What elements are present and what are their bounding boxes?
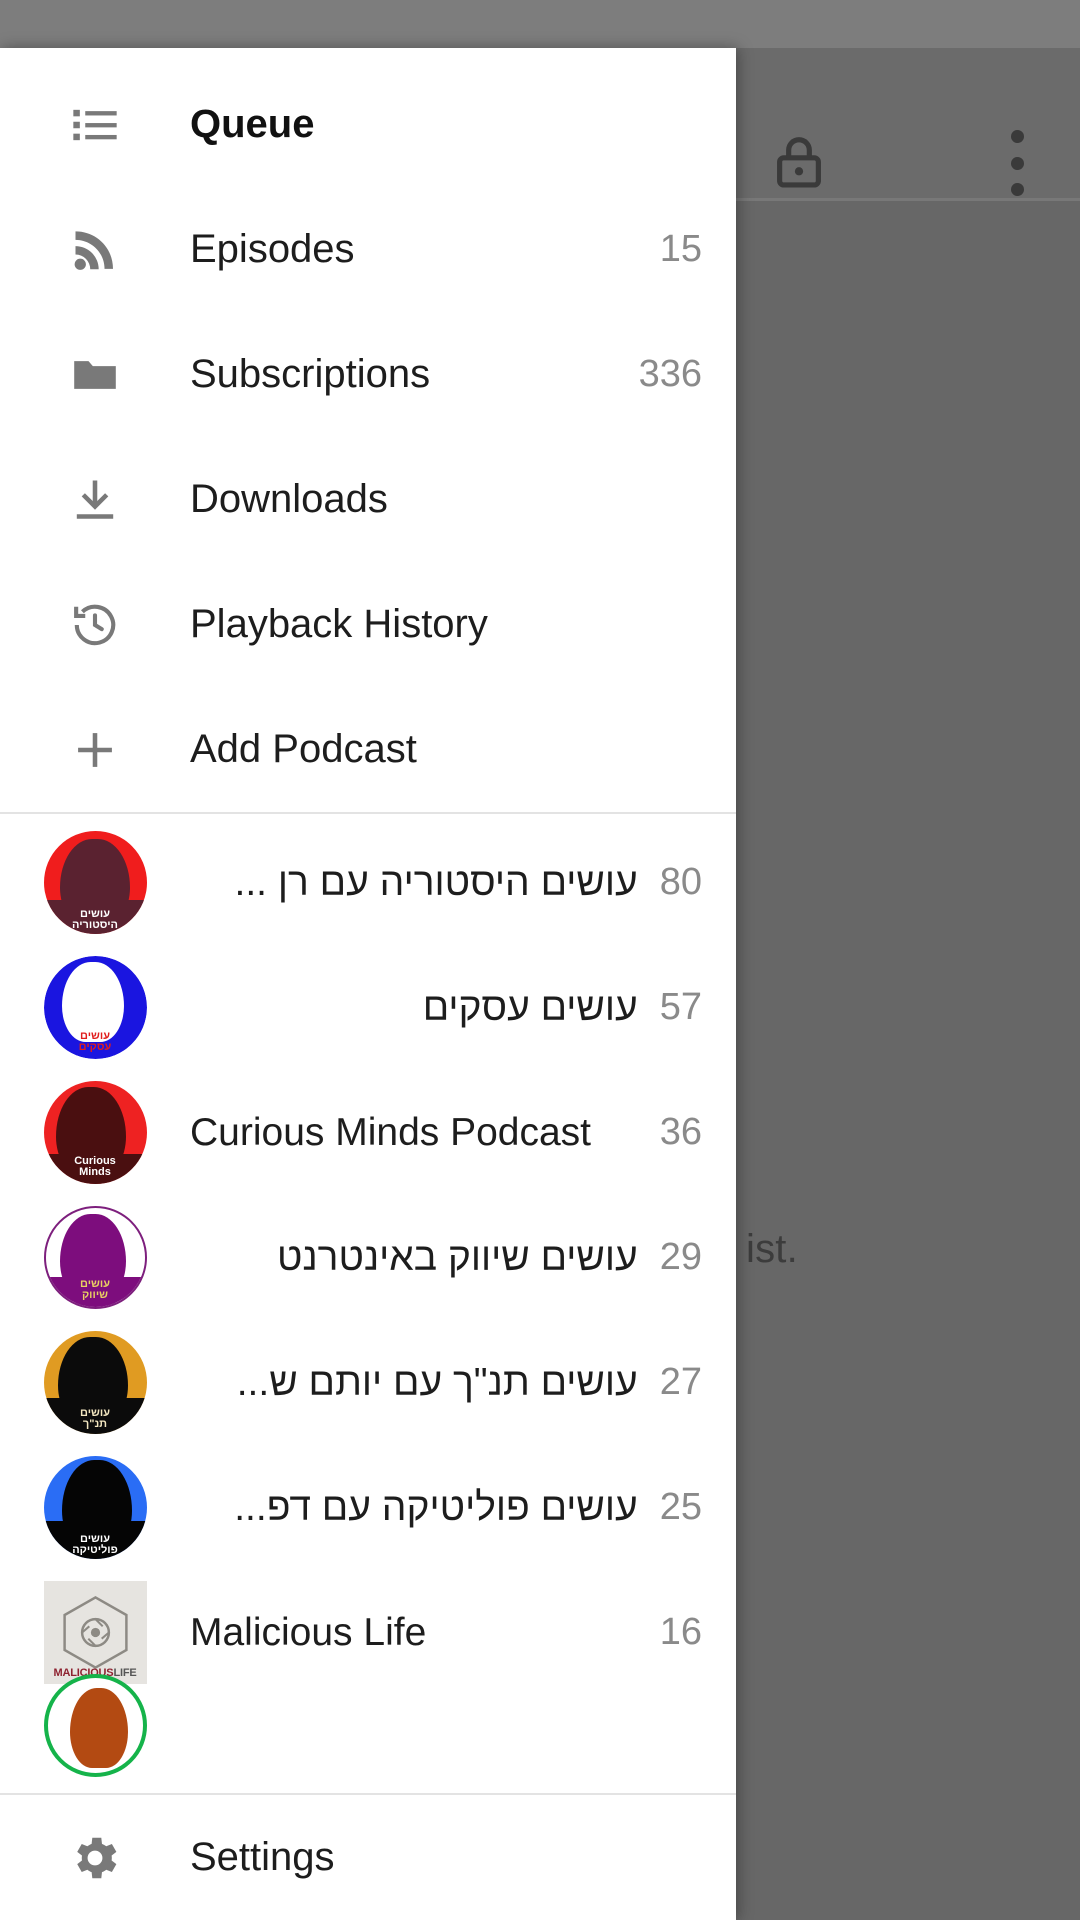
podcast-title: Curious Minds Podcast bbox=[190, 1110, 592, 1154]
history-icon bbox=[0, 599, 190, 651]
subscription-list: עושים היסטוריה עושים היסטוריה עם רן ... 8… bbox=[0, 814, 736, 1777]
nav-item-count: 15 bbox=[659, 228, 702, 270]
more-vert-icon[interactable] bbox=[1005, 130, 1029, 196]
podcast-artwork: עושים שיווק bbox=[0, 1206, 190, 1309]
nav-item-label: Downloads bbox=[190, 477, 388, 521]
podcast-title: עושים תנ"ך עם יותם ש... bbox=[236, 1360, 638, 1404]
drawer-nav-section: Queue Episodes 15 Subscriptions 336 Down… bbox=[0, 48, 736, 812]
status-bar bbox=[0, 0, 1080, 48]
settings-label: Settings bbox=[190, 1835, 335, 1879]
nav-item-downloads[interactable]: Downloads bbox=[0, 437, 736, 562]
list-item[interactable]: עושים עסקים עושים עסקים 57 bbox=[0, 945, 736, 1070]
nav-item-label: Add Podcast bbox=[190, 727, 417, 771]
list-item[interactable]: Curious Minds Curious Minds Podcast 36 bbox=[0, 1070, 736, 1195]
nav-item-label: Episodes bbox=[190, 227, 355, 271]
podcast-episode-count: 80 bbox=[659, 861, 702, 903]
folder-icon bbox=[0, 349, 190, 401]
nav-item-add-podcast[interactable]: Add Podcast bbox=[0, 687, 736, 812]
nav-item-count: 336 bbox=[638, 353, 702, 395]
podcast-episode-count: 29 bbox=[659, 1236, 702, 1278]
podcast-artwork: עושים פוליטיקה bbox=[0, 1456, 190, 1559]
podcast-artwork: MALICIOUSLIFE bbox=[0, 1581, 190, 1684]
list-item[interactable]: עושים פוליטיקה עושים פוליטיקה עם דפ... 25 bbox=[0, 1445, 736, 1570]
navigation-drawer: Queue Episodes 15 Subscriptions 336 Down… bbox=[0, 48, 736, 1920]
list-item[interactable]: עושים היסטוריה עושים היסטוריה עם רן ... 8… bbox=[0, 820, 736, 945]
list-icon bbox=[0, 99, 190, 151]
drawer-scroll-area[interactable]: Queue Episodes 15 Subscriptions 336 Down… bbox=[0, 48, 736, 1793]
nav-item-label: Queue bbox=[190, 102, 315, 146]
nav-item-settings[interactable]: Settings bbox=[0, 1795, 736, 1920]
podcast-title: עושים היסטוריה עם רן ... bbox=[234, 860, 638, 904]
podcast-episode-count: 25 bbox=[659, 1486, 702, 1528]
plus-icon bbox=[0, 724, 190, 776]
podcast-title: עושים פוליטיקה עם דפ... bbox=[234, 1485, 638, 1529]
nav-item-episodes[interactable]: Episodes 15 bbox=[0, 187, 736, 312]
podcast-artwork: עושים תנ"ך bbox=[0, 1331, 190, 1434]
nav-item-playback-history[interactable]: Playback History bbox=[0, 562, 736, 687]
lock-icon[interactable] bbox=[768, 132, 830, 194]
rss-icon bbox=[0, 224, 190, 276]
drawer-footer: Settings bbox=[0, 1793, 736, 1920]
podcast-title: עושים עסקים bbox=[422, 985, 638, 1029]
podcast-episode-count: 57 bbox=[659, 986, 702, 1028]
podcast-artwork bbox=[0, 1673, 190, 1777]
podcast-episode-count: 36 bbox=[659, 1111, 702, 1153]
background-partial-text: ist. bbox=[746, 1227, 798, 1271]
podcast-artwork: עושים עסקים bbox=[0, 956, 190, 1059]
nav-item-subscriptions[interactable]: Subscriptions 336 bbox=[0, 312, 736, 437]
download-icon bbox=[0, 474, 190, 526]
podcast-episode-count: 27 bbox=[659, 1361, 702, 1403]
podcast-title: עושים שיווק באינטרנט bbox=[277, 1235, 638, 1279]
list-item[interactable]: עושים תנ"ך עושים תנ"ך עם יותם ש... 27 bbox=[0, 1320, 736, 1445]
podcast-episode-count: 16 bbox=[659, 1611, 702, 1653]
nav-item-queue[interactable]: Queue bbox=[0, 62, 736, 187]
podcast-artwork: עושים היסטוריה bbox=[0, 831, 190, 934]
podcast-title: Malicious Life bbox=[190, 1610, 427, 1654]
gear-icon bbox=[0, 1831, 190, 1885]
list-item-partial[interactable] bbox=[0, 1673, 736, 1777]
list-item[interactable]: עושים שיווק עושים שיווק באינטרנט 29 bbox=[0, 1195, 736, 1320]
nav-item-label: Subscriptions bbox=[190, 352, 431, 396]
nav-item-label: Playback History bbox=[190, 602, 488, 646]
podcast-artwork: Curious Minds bbox=[0, 1081, 190, 1184]
